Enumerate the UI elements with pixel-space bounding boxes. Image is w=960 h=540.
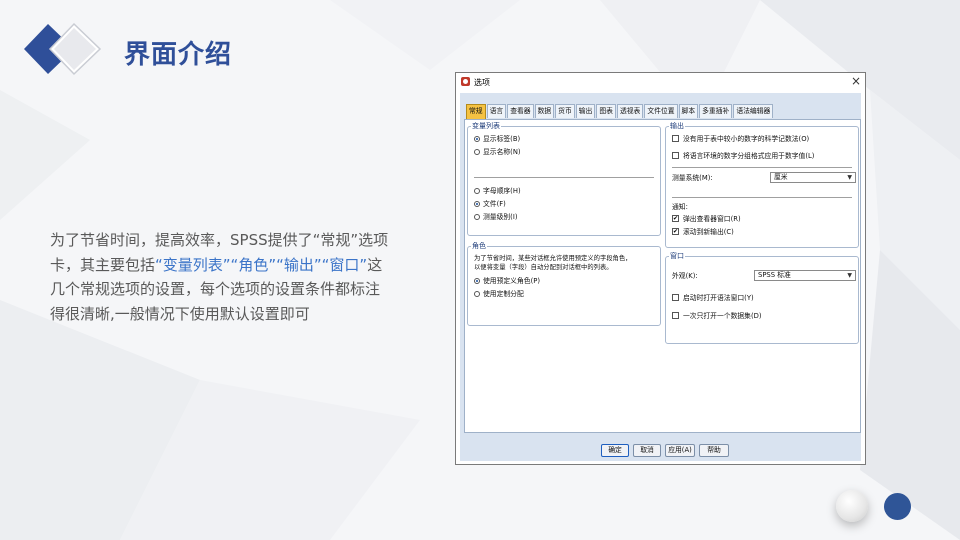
radio-measurement-level-label: 测量级别(I): [483, 213, 518, 221]
divider: [474, 177, 654, 178]
radio-show-names[interactable]: 显示名称(N): [474, 148, 521, 156]
radio-icon: [474, 201, 480, 207]
tab-syntax-editor[interactable]: 语法编辑器: [733, 104, 774, 118]
role-description-1: 为了节省时间，某些对话框允许使用预定义的字段角色，: [474, 255, 632, 262]
checkbox-icon: [672, 294, 679, 301]
tab-file-locations[interactable]: 文件位置: [644, 104, 678, 118]
checkbox-icon: [672, 135, 679, 142]
role-description-2: 以便将变量（字段）自动分配到对话框中的列表。: [474, 264, 613, 271]
radio-alphabetical[interactable]: 字母顺序(H): [474, 187, 521, 195]
divider: [672, 197, 852, 198]
radio-icon: [474, 278, 480, 284]
tab-general[interactable]: 常规: [466, 104, 486, 119]
radio-custom-assignment[interactable]: 使用定制分配: [474, 290, 524, 298]
checkbox-icon: [672, 228, 679, 235]
window-title: 窗口: [669, 252, 685, 261]
decor-circle-grey: [836, 490, 868, 522]
divider: [672, 167, 852, 168]
checkbox-popup-viewer-label: 弹出查看器窗口(R): [683, 215, 741, 223]
decor-circle-blue: [884, 493, 911, 520]
tab-currency[interactable]: 货币: [555, 104, 575, 118]
radio-file-order[interactable]: 文件(F): [474, 200, 506, 208]
logo-diamonds-icon: [24, 22, 102, 76]
look-select[interactable]: SPSS 标准 ▼: [754, 270, 856, 281]
tab-scripts[interactable]: 脚本: [678, 104, 699, 118]
radio-show-names-label: 显示名称(N): [483, 148, 521, 156]
measurement-system-label: 测量系统(M):: [672, 174, 713, 182]
radio-icon: [474, 188, 480, 194]
window-group: 窗口 外观(K): SPSS 标准 ▼ 启动时打开语法窗口(Y) 一次只打开一个…: [665, 252, 859, 344]
checkbox-popup-viewer[interactable]: 弹出查看器窗口(R): [672, 215, 741, 223]
close-icon[interactable]: ×: [851, 74, 861, 88]
dialog-titlebar[interactable]: 选项 ×: [456, 73, 865, 91]
checkbox-icon: [672, 152, 679, 159]
dialog-title: 选项: [474, 78, 490, 87]
radio-show-labels[interactable]: 显示标签(B): [474, 135, 520, 143]
checkbox-locale-grouping[interactable]: 将语言环境的数字分组格式应用于数字值(L): [672, 152, 814, 160]
measurement-system-select[interactable]: 厘米 ▼: [770, 172, 856, 183]
radio-predefined-roles-label: 使用预定义角色(P): [483, 277, 540, 285]
radio-measurement-level[interactable]: 测量级别(I): [474, 213, 518, 221]
look-value: SPSS 标准: [758, 271, 791, 279]
role-group: 角色 为了节省时间，某些对话框允许使用预定义的字段角色， 以便将变量（字段）自动…: [467, 242, 661, 326]
tab-charts[interactable]: 图表: [596, 104, 616, 118]
radio-icon: [474, 149, 480, 155]
apply-button[interactable]: 应用(A): [665, 444, 695, 457]
checkbox-icon: [672, 312, 679, 319]
checkbox-open-syntax-window-label: 启动时打开语法窗口(Y): [683, 294, 754, 302]
chevron-down-icon: ▼: [847, 272, 852, 279]
variable-list-group: 变量列表 显示标签(B) 显示名称(N) 字母顺序(H) 文件(F) 测量级别(…: [467, 122, 661, 236]
output-group: 输出 没有用于表中较小的数字的科学记数法(O) 将语言环境的数字分组格式应用于数…: [665, 122, 859, 248]
help-button[interactable]: 帮助: [699, 444, 729, 457]
options-dialog: 选项 × 常规 语言 查看器 数据 货币 输出 图表 透视表 文件位置 脚本 多…: [455, 72, 866, 465]
cancel-button[interactable]: 取消: [633, 444, 661, 457]
look-label: 外观(K):: [672, 272, 698, 280]
general-tab-page: 变量列表 显示标签(B) 显示名称(N) 字母顺序(H) 文件(F) 测量级别(…: [464, 119, 861, 433]
radio-icon: [474, 214, 480, 220]
checkbox-open-syntax-window[interactable]: 启动时打开语法窗口(Y): [672, 294, 754, 302]
checkbox-scroll-new-output-label: 滚动到新输出(C): [683, 228, 734, 236]
tab-language[interactable]: 语言: [486, 104, 507, 118]
ok-button[interactable]: 确定: [601, 444, 629, 457]
tab-viewer[interactable]: 查看器: [507, 104, 534, 118]
chevron-down-icon: ▼: [847, 174, 852, 181]
tab-multiple-imputation[interactable]: 多重插补: [699, 104, 733, 118]
tab-pivot-tables[interactable]: 透视表: [616, 104, 644, 118]
description-text: 为了节省时间，提高效率，SPSS提供了“常规”选项卡，其主要包括“变量列表”“角…: [50, 228, 390, 326]
output-title: 输出: [669, 122, 685, 131]
radio-custom-assignment-label: 使用定制分配: [483, 290, 524, 298]
notification-label: 通知:: [672, 203, 688, 211]
checkbox-locale-grouping-label: 将语言环境的数字分组格式应用于数字值(L): [683, 152, 815, 160]
radio-predefined-roles[interactable]: 使用预定义角色(P): [474, 277, 540, 285]
checkbox-scroll-new-output[interactable]: 滚动到新输出(C): [672, 228, 734, 236]
spss-app-icon: [461, 77, 470, 86]
tab-output[interactable]: 输出: [575, 104, 596, 118]
tab-strip: 常规 语言 查看器 数据 货币 输出 图表 透视表 文件位置 脚本 多重插补 语…: [466, 104, 774, 119]
variable-list-title: 变量列表: [471, 122, 501, 131]
checkbox-one-dataset-label: 一次只打开一个数据集(D): [683, 312, 762, 320]
tab-data[interactable]: 数据: [534, 104, 555, 118]
desc-highlight: “变量列表”“角色”“输出”“窗口”: [155, 255, 368, 274]
measurement-system-value: 厘米: [774, 173, 788, 181]
radio-file-order-label: 文件(F): [483, 200, 506, 208]
radio-show-labels-label: 显示标签(B): [483, 135, 521, 143]
checkbox-no-scientific-notation[interactable]: 没有用于表中较小的数字的科学记数法(O): [672, 135, 809, 143]
radio-alphabetical-label: 字母顺序(H): [483, 187, 521, 195]
radio-icon: [474, 136, 480, 142]
role-title: 角色: [471, 242, 487, 251]
checkbox-no-scientific-notation-label: 没有用于表中较小的数字的科学记数法(O): [683, 135, 810, 143]
checkbox-one-dataset[interactable]: 一次只打开一个数据集(D): [672, 312, 762, 320]
dialog-body: 常规 语言 查看器 数据 货币 输出 图表 透视表 文件位置 脚本 多重插补 语…: [460, 93, 861, 461]
radio-icon: [474, 291, 480, 297]
slide-title: 界面介绍: [124, 40, 233, 70]
checkbox-icon: [672, 215, 679, 222]
